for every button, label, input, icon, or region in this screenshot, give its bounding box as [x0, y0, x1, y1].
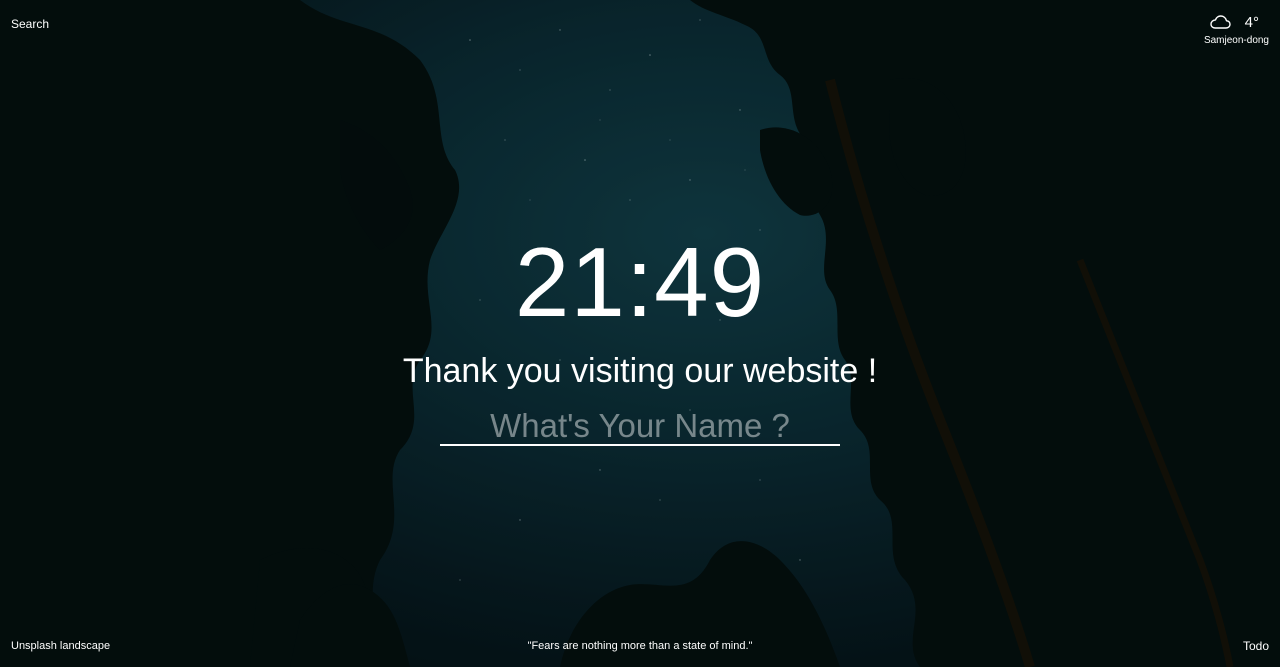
- background-page: Search 4° Samjeon-dong 21:49 Thank you v…: [0, 0, 1280, 667]
- search-link[interactable]: Search: [11, 17, 49, 31]
- weather-summary: 4°: [1209, 12, 1259, 32]
- todo-link[interactable]: Todo: [1243, 639, 1269, 653]
- quote-text: "Fears are nothing more than a state of …: [527, 640, 753, 652]
- name-input[interactable]: [440, 408, 840, 446]
- clock: 21:49: [514, 227, 766, 337]
- weather-location: Samjeon-dong: [1203, 35, 1269, 46]
- weather-widget: 4° Samjeon-dong: [1189, 12, 1269, 52]
- greeting-text: Thank you visiting our website !: [402, 352, 878, 390]
- cloud-icon: [1209, 15, 1231, 29]
- weather-temperature: 4°: [1244, 13, 1259, 31]
